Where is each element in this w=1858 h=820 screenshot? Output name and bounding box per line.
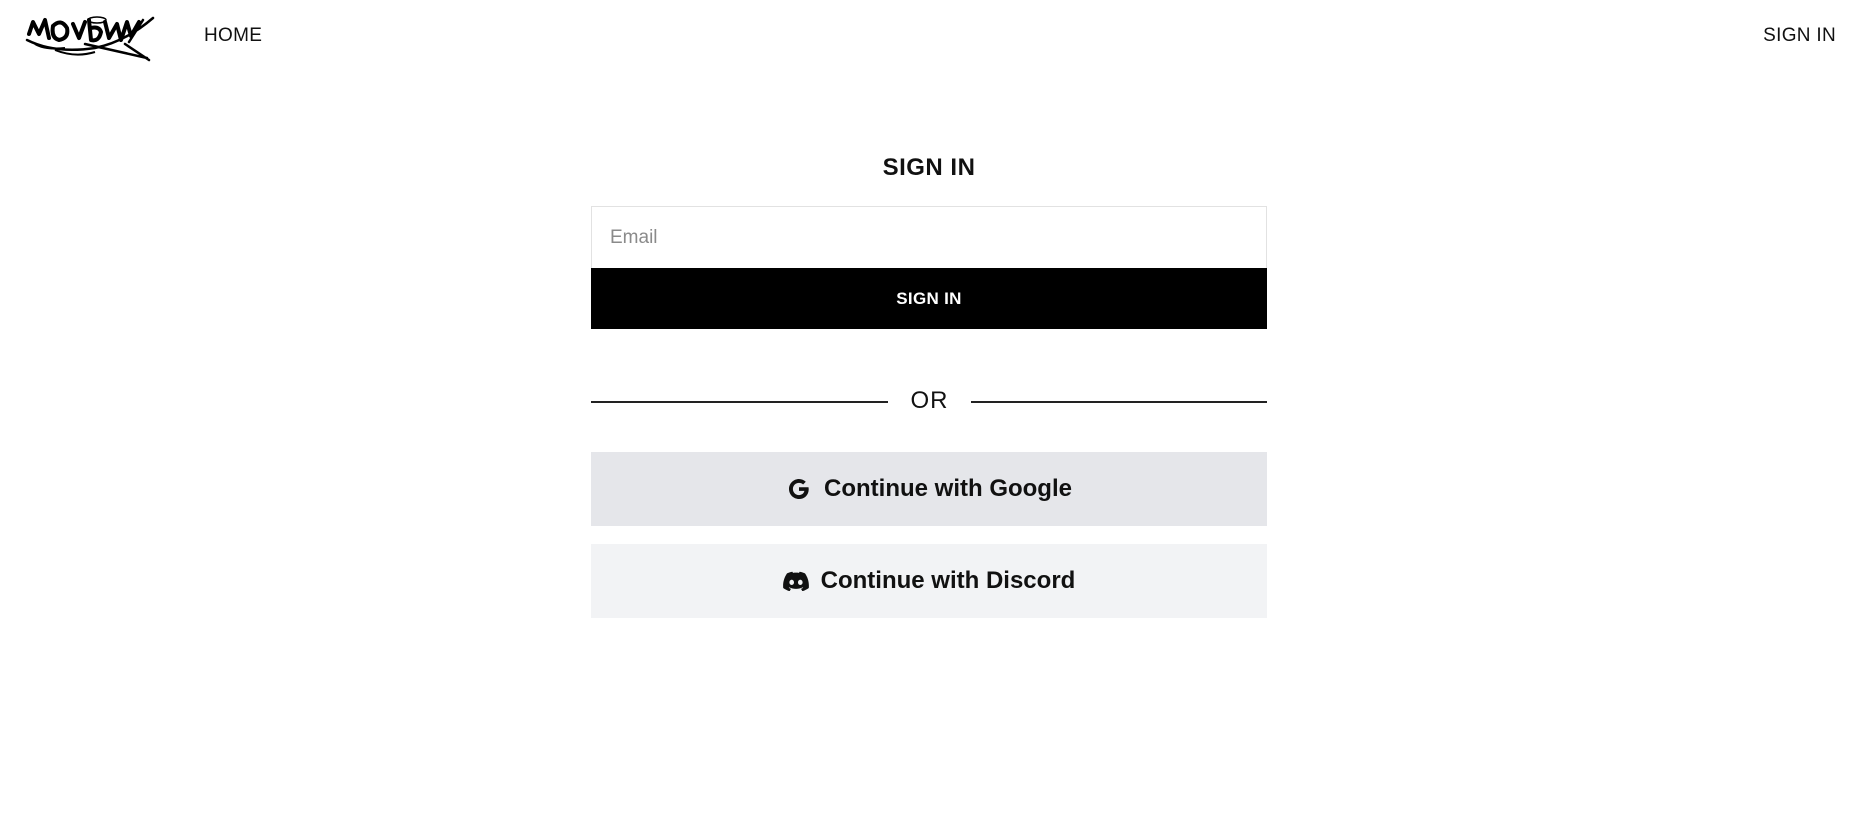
discord-icon xyxy=(782,568,809,594)
nav-signin-link[interactable]: SIGN IN xyxy=(1763,25,1836,47)
discord-button-label: Continue with Discord xyxy=(820,567,1076,594)
top-navigation-bar: HOME SIGN IN xyxy=(0,0,1858,74)
continue-with-google-button[interactable]: Continue with Google xyxy=(591,452,1267,526)
page-title: SIGN IN xyxy=(882,154,976,181)
signin-panel: SIGN IN SIGN IN xyxy=(591,140,1267,329)
signin-submit-button[interactable]: SIGN IN xyxy=(591,268,1267,329)
nav-home-link[interactable]: HOME xyxy=(204,25,262,47)
google-icon xyxy=(786,476,812,502)
graffiti-logo-icon xyxy=(25,16,155,62)
site-logo[interactable] xyxy=(25,14,155,62)
divider-line-right xyxy=(971,401,1267,403)
divider-text: OR xyxy=(910,387,949,414)
google-button-label: Continue with Google xyxy=(824,475,1072,502)
divider-line-left xyxy=(591,401,888,403)
email-input[interactable] xyxy=(591,206,1267,268)
continue-with-discord-button[interactable]: Continue with Discord xyxy=(591,544,1267,618)
